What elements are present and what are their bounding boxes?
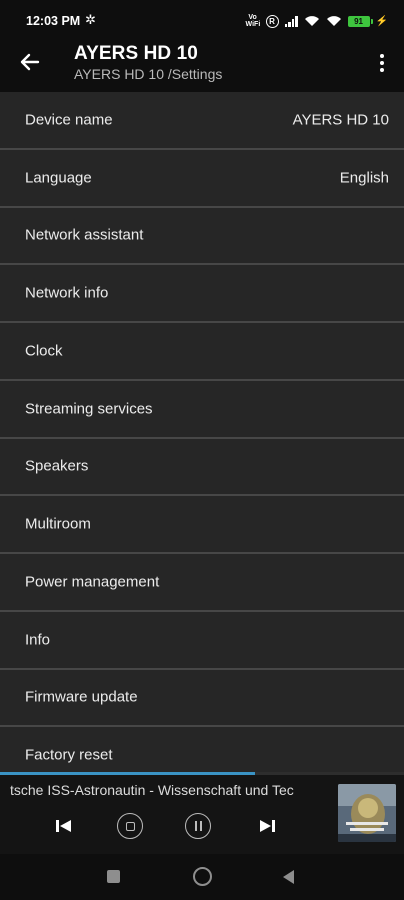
signal-icon (284, 15, 298, 27)
settings-item-label: Info (25, 631, 51, 649)
settings-item-label: Network assistant (25, 226, 144, 244)
pause-icon[interactable] (184, 812, 212, 840)
playback-progress-fill (0, 772, 255, 775)
settings-item-factory-reset[interactable]: Factory reset (0, 727, 404, 772)
status-bar: 12:03 PM ✲ Vo WiFi R 91 ⚡ (0, 0, 404, 40)
now-playing-title: tsche ISS-Astronautin - Wissenschaft und… (10, 782, 294, 798)
settings-item-label: Language (25, 169, 92, 187)
recents-square-icon[interactable] (107, 870, 120, 883)
roaming-icon: R (265, 14, 279, 28)
settings-item-label: Clock (25, 342, 63, 360)
settings-item-info[interactable]: Info (0, 611, 404, 670)
settings-list: Device name AYERS HD 10 Language English… (0, 92, 404, 772)
settings-item-firmware-update[interactable]: Firmware update (0, 669, 404, 728)
settings-item-streaming-services[interactable]: Streaming services (0, 380, 404, 439)
status-time: 12:03 PM (26, 14, 81, 28)
settings-item-label: Factory reset (25, 746, 113, 764)
status-icons: Vo WiFi R 91 ⚡ (246, 12, 388, 30)
stop-icon[interactable] (116, 812, 144, 840)
settings-item-clock[interactable]: Clock (0, 323, 404, 381)
settings-item-multiroom[interactable]: Multiroom (0, 496, 404, 554)
settings-item-network-assistant[interactable]: Network assistant (0, 207, 404, 266)
settings-item-value: AYERS HD 10 (292, 111, 389, 129)
settings-item-label: Network info (25, 284, 109, 302)
playback-progress (0, 772, 404, 775)
settings-item-value: English (339, 169, 389, 187)
app-bar: AYERS HD 10 AYERS HD 10 /Settings (0, 40, 404, 92)
vowifi-icon: Vo WiFi (245, 14, 261, 28)
settings-item-label: Streaming services (25, 400, 153, 418)
back-triangle-icon[interactable] (283, 870, 294, 884)
now-playing[interactable]: tsche ISS-Astronautin - Wissenschaft und… (10, 778, 330, 804)
mini-player[interactable]: tsche ISS-Astronautin - Wissenschaft und… (0, 772, 404, 854)
more-vert-icon[interactable] (372, 50, 392, 76)
wifi-icon (304, 16, 319, 26)
settings-item-network-info[interactable]: Network info (0, 265, 404, 323)
album-art[interactable] (338, 784, 396, 842)
battery-icon: 91 (347, 15, 373, 27)
settings-item-power-management[interactable]: Power management (0, 554, 404, 612)
bolt-icon: ⚡ (375, 15, 388, 27)
settings-item-label: Device name (25, 111, 113, 129)
settings-item-label: Speakers (25, 457, 89, 475)
gear-icon: ✲ (85, 12, 96, 27)
skip-previous-icon[interactable] (50, 812, 78, 840)
settings-item-speakers[interactable]: Speakers (0, 438, 404, 497)
breadcrumb: AYERS HD 10 /Settings (74, 66, 223, 82)
page-title: AYERS HD 10 (74, 43, 198, 64)
home-circle-icon[interactable] (193, 867, 212, 886)
settings-item-device-name[interactable]: Device name AYERS HD 10 (0, 92, 404, 150)
arrow-back-icon[interactable] (16, 48, 44, 76)
settings-item-label: Firmware update (25, 688, 138, 706)
wifi-icon (326, 16, 341, 26)
settings-item-label: Power management (25, 573, 160, 591)
skip-next-icon[interactable] (253, 812, 281, 840)
system-nav-bar (0, 854, 404, 900)
settings-item-language[interactable]: Language English (0, 149, 404, 208)
settings-item-label: Multiroom (25, 515, 91, 533)
